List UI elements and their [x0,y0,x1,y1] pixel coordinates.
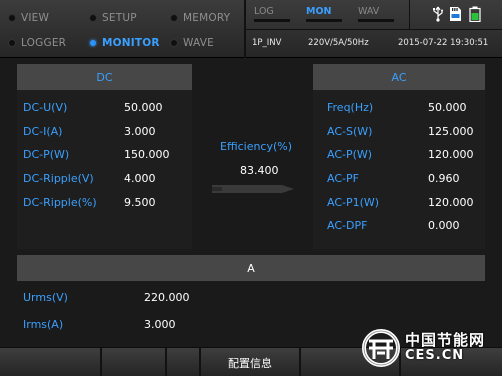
ac-value: 120.000 [428,196,474,209]
ac-header: AC [313,64,485,90]
input-spec: 220V/5A/50Hz [308,38,369,48]
datetime: 2015-07-22 19:30:51 [398,38,489,48]
watermark-title: 中国节能网 [405,331,486,350]
softkey-1[interactable] [0,348,102,376]
menu-item-logger[interactable]: LOGGER [9,33,66,53]
tab-mon[interactable]: MON [302,4,346,22]
dc-value: 150.000 [124,148,170,161]
softkey-2[interactable] [102,348,167,376]
ac-label: AC-DPF [327,219,368,232]
ac-label: Freq(Hz) [327,101,374,114]
ac-value: 50.000 [428,101,467,114]
divider [409,0,410,29]
menu-item-label: VIEW [21,12,50,24]
menu-item-label: SETUP [102,12,137,24]
radio-dot-icon [9,40,15,46]
battery-icon [469,6,481,22]
ac-label: AC-PF [327,172,359,185]
menu-item-label: MONITOR [102,37,160,49]
menu-item-view[interactable]: VIEW [9,8,49,28]
config-info-button[interactable]: 配置信息 [201,348,301,376]
phase-a-header: A [17,255,485,281]
menu-item-memory[interactable]: MEMORY [171,8,230,28]
ces-watermark: 中国节能网 CES.CN [361,324,485,372]
menu-item-label: WAVE [183,37,214,49]
tab-log[interactable]: LOG [250,4,294,22]
ac-value: 125.000 [428,125,474,138]
dc-value: 9.500 [124,196,156,209]
dc-label: DC-Ripple(V) [23,172,94,185]
ac-label: AC-P1(W) [327,196,380,209]
ces-logo-icon [362,329,400,367]
top-bar: VIEW SETUP MEMORY LOGGER MONITOR WAVE LO… [0,0,502,58]
menu-item-label: LOGGER [21,37,67,49]
monitor-view: DC DC-U(V) 50.000 DC-I(A) 3.000 DC-P(W) … [0,59,502,347]
phase-label: Irms(A) [23,318,64,331]
watermark-domain: CES.CN [405,348,465,364]
ac-label: AC-S(W) [327,125,373,138]
menu-item-label: MEMORY [183,12,231,24]
phase-label: Urms(V) [23,291,68,304]
usb-icon [433,6,443,22]
ac-value: 0.000 [428,219,460,232]
dc-label: DC-Ripple(%) [23,196,97,209]
main-menu: VIEW SETUP MEMORY LOGGER MONITOR WAVE [0,0,244,58]
sd-card-icon [450,7,461,21]
radio-dot-icon [171,40,177,46]
arrow-right-icon [212,185,294,193]
radio-dot-icon [9,15,15,21]
dc-label: DC-P(W) [23,148,70,161]
efficiency-label: Efficiency(%) [220,140,293,153]
phase-value: 3.000 [144,318,176,331]
menu-item-monitor[interactable]: MONITOR [90,33,160,53]
dc-value: 4.000 [124,172,156,185]
softkey-3[interactable] [167,348,201,376]
radio-dot-icon [90,15,96,21]
divider [246,29,502,30]
wiring-mode: 1P_INV [252,38,282,48]
dc-label: DC-I(A) [23,125,63,138]
dc-label: DC-U(V) [23,101,68,114]
ac-value: 120.000 [428,148,474,161]
ac-value: 0.960 [428,172,460,185]
menu-item-setup[interactable]: SETUP [90,8,137,28]
efficiency-value: 83.400 [240,164,279,177]
status-icons [432,6,483,22]
dc-value: 50.000 [124,101,163,114]
radio-dot-icon [171,15,177,21]
phase-value: 220.000 [144,291,190,304]
menu-item-wave[interactable]: WAVE [171,33,214,53]
tab-wav[interactable]: WAV [354,4,398,22]
ac-label: AC-P(W) [327,148,373,161]
radio-dot-icon [90,40,96,46]
dc-value: 3.000 [124,125,156,138]
dc-header: DC [17,64,192,90]
